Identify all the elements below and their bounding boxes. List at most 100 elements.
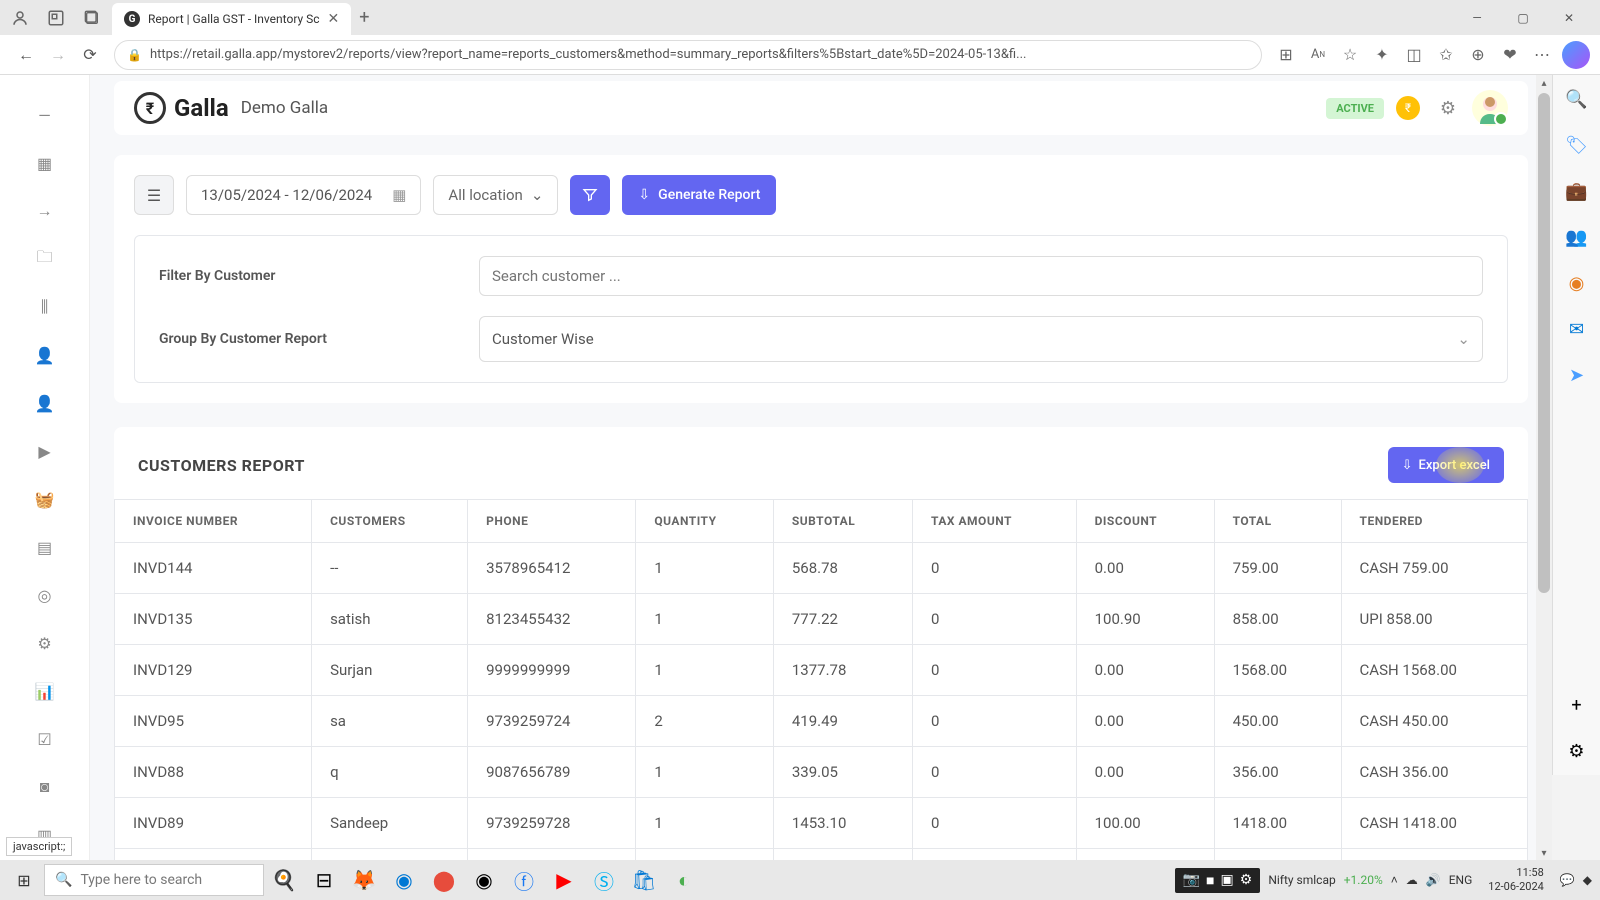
edge-search-icon[interactable]: 🔍 xyxy=(1565,87,1589,111)
start-button[interactable]: ⊞ xyxy=(4,860,44,900)
taskbar-youtube-icon[interactable]: ▶ xyxy=(544,860,584,900)
taskbar-firefox-icon[interactable]: 🦊 xyxy=(344,860,384,900)
edge-shopping-icon[interactable]: 🏷 xyxy=(1565,133,1589,157)
table-header[interactable]: QUANTITY xyxy=(636,500,774,543)
scroll-down-icon[interactable]: ▾ xyxy=(1536,845,1552,861)
table-header[interactable]: SUBTOTAL xyxy=(773,500,912,543)
tray-app-icon[interactable]: ◆ xyxy=(1583,873,1592,887)
sidebar-book-icon[interactable]: ▤ xyxy=(35,537,55,557)
browser-forward-button[interactable]: → xyxy=(42,39,74,71)
table-row[interactable]: INVD129Surjan999999999911377.7800.001568… xyxy=(115,645,1528,696)
layout-icon[interactable]: ⊞ xyxy=(1270,39,1302,71)
taskbar-app-icon[interactable]: ◐ xyxy=(664,860,704,900)
window-close-button[interactable]: ✕ xyxy=(1546,2,1592,34)
sidebar-collapse-icon[interactable]: — xyxy=(35,105,55,125)
sidebar-chart-icon[interactable]: 📊 xyxy=(35,681,55,701)
window-minimize-button[interactable]: — xyxy=(1454,2,1500,34)
sidebar-basket-icon[interactable]: 🧺 xyxy=(35,489,55,509)
browser-tab[interactable]: G Report | Galla GST - Inventory Sc ✕ xyxy=(112,3,351,35)
collections-icon[interactable]: ⊕ xyxy=(1462,39,1494,71)
table-header[interactable]: TAX AMOUNT xyxy=(913,500,1077,543)
sidebar-dashboard-icon[interactable]: ▦ xyxy=(35,153,55,173)
tray-clock[interactable]: 11:58 12-06-2024 xyxy=(1480,866,1552,895)
sidebar-folder-icon[interactable]: 🗀 xyxy=(35,249,55,269)
edge-send-icon[interactable]: ➤ xyxy=(1565,363,1589,387)
date-range-picker[interactable]: 13/05/2024 - 12/06/2024 ▦ xyxy=(186,175,421,215)
table-row[interactable]: INVD95sa97392597242419.4900.00450.00CASH… xyxy=(115,696,1528,747)
coin-icon[interactable]: ₹ xyxy=(1396,96,1420,120)
sidebar-user2-icon[interactable]: 👤 xyxy=(35,393,55,413)
scroll-up-icon[interactable]: ▴ xyxy=(1536,75,1552,91)
table-row[interactable]: INVD88q90876567891339.0500.00356.00CASH … xyxy=(115,747,1528,798)
sidebar-location-icon[interactable]: ◎ xyxy=(35,585,55,605)
workspaces-icon[interactable] xyxy=(44,6,68,30)
group-by-select[interactable]: Customer Wise ⌄ xyxy=(479,316,1483,362)
filter-menu-button[interactable]: ☰ xyxy=(134,175,174,215)
tab-actions-icon[interactable] xyxy=(80,6,104,30)
edge-outlook-icon[interactable]: ✉ xyxy=(1565,317,1589,341)
split-screen-icon[interactable]: ◫ xyxy=(1398,39,1430,71)
taskbar-edge-icon[interactable]: ◉ xyxy=(384,860,424,900)
customer-search-input[interactable] xyxy=(479,256,1483,296)
tray-chevron-icon[interactable]: ˄ xyxy=(1391,873,1398,887)
browser-extra-icon[interactable]: ❤ xyxy=(1494,39,1526,71)
taskbar-store-icon[interactable]: 🛍 xyxy=(624,860,664,900)
table-header[interactable]: TENDERED xyxy=(1341,500,1527,543)
tray-cloud-icon[interactable]: ☁ xyxy=(1406,873,1418,887)
tab-close-icon[interactable]: ✕ xyxy=(328,11,340,27)
edge-office-icon[interactable]: ◉ xyxy=(1565,271,1589,295)
edge-tools-icon[interactable]: 💼 xyxy=(1565,179,1589,203)
new-tab-button[interactable]: + xyxy=(359,7,369,28)
browser-back-button[interactable]: ← xyxy=(10,39,42,71)
filter-button[interactable] xyxy=(570,175,610,215)
extensions-icon[interactable]: ✦ xyxy=(1366,39,1398,71)
taskbar-skype-icon[interactable]: Ⓢ xyxy=(584,860,624,900)
table-header[interactable]: DISCOUNT xyxy=(1076,500,1214,543)
browser-refresh-button[interactable]: ⟳ xyxy=(74,39,106,71)
taskbar-facebook-icon[interactable]: ⓕ xyxy=(504,860,544,900)
taskbar-cooking-icon[interactable]: 🍳 xyxy=(264,860,304,900)
edge-settings-icon[interactable]: ⚙ xyxy=(1565,739,1589,763)
stock-change[interactable]: +1.20% xyxy=(1344,873,1383,887)
table-header[interactable]: TOTAL xyxy=(1214,500,1341,543)
text-size-icon[interactable]: AN xyxy=(1302,39,1334,71)
table-row[interactable]: INVD144--35789654121568.7800.00759.00CAS… xyxy=(115,543,1528,594)
app-logo[interactable]: ₹ Galla xyxy=(134,92,229,124)
avatar[interactable] xyxy=(1472,90,1508,126)
table-header[interactable]: PHONE xyxy=(468,500,636,543)
sidebar-arrow-icon[interactable]: → xyxy=(35,201,55,221)
taskbar-taskview-icon[interactable]: ⊟ xyxy=(304,860,344,900)
sidebar-barcode-icon[interactable]: ⫼ xyxy=(35,297,55,317)
sidebar-settings-icon[interactable]: ⚙ xyxy=(35,633,55,653)
window-maximize-button[interactable]: ▢ xyxy=(1500,2,1546,34)
favorite-icon[interactable]: ☆ xyxy=(1334,39,1366,71)
sidebar-user-icon[interactable]: 👤 xyxy=(35,345,55,365)
edge-add-icon[interactable]: + xyxy=(1565,693,1589,717)
copilot-icon[interactable] xyxy=(1562,41,1590,69)
export-excel-button[interactable]: ⇩ Export excel xyxy=(1388,447,1504,483)
tray-lang[interactable]: ENG xyxy=(1449,873,1473,887)
address-bar[interactable]: 🔒 https://retail.galla.app/mystorev2/rep… xyxy=(114,40,1262,70)
browser-menu-icon[interactable]: ⋯ xyxy=(1526,39,1558,71)
tray-notification-icon[interactable]: 💬 xyxy=(1560,873,1575,887)
scroll-thumb[interactable] xyxy=(1538,93,1550,593)
generate-report-button[interactable]: ⇩ Generate Report xyxy=(622,175,776,215)
stock-name[interactable]: Nifty smlcap xyxy=(1268,873,1335,887)
tray-volume-icon[interactable]: 🔊 xyxy=(1426,873,1441,887)
favorites-bar-icon[interactable]: ✩ xyxy=(1430,39,1462,71)
taskbar-search[interactable]: 🔍 Type here to search xyxy=(44,864,264,896)
table-row[interactable]: INVD89Sandeep973925972811453.100100.0014… xyxy=(115,798,1528,849)
scrollbar[interactable]: ▴ ▾ xyxy=(1536,75,1552,861)
edge-people-icon[interactable]: 👥 xyxy=(1565,225,1589,249)
taskbar-widget[interactable]: 📷 ■ ▣ ⚙ xyxy=(1175,868,1261,893)
table-row[interactable]: INVD135satish81234554321777.220100.90858… xyxy=(115,594,1528,645)
profile-icon[interactable] xyxy=(8,6,32,30)
sidebar-check-icon[interactable]: ☑ xyxy=(35,729,55,749)
taskbar-chrome-icon[interactable]: ◉ xyxy=(464,860,504,900)
sidebar-play-icon[interactable]: ▶ xyxy=(35,441,55,461)
table-header[interactable]: INVOICE NUMBER xyxy=(115,500,312,543)
header-settings-icon[interactable]: ⚙ xyxy=(1432,92,1464,124)
sidebar-camera-icon[interactable]: ◙ xyxy=(35,777,55,797)
location-select[interactable]: All location ⌄ xyxy=(433,175,558,215)
table-header[interactable]: CUSTOMERS xyxy=(312,500,468,543)
